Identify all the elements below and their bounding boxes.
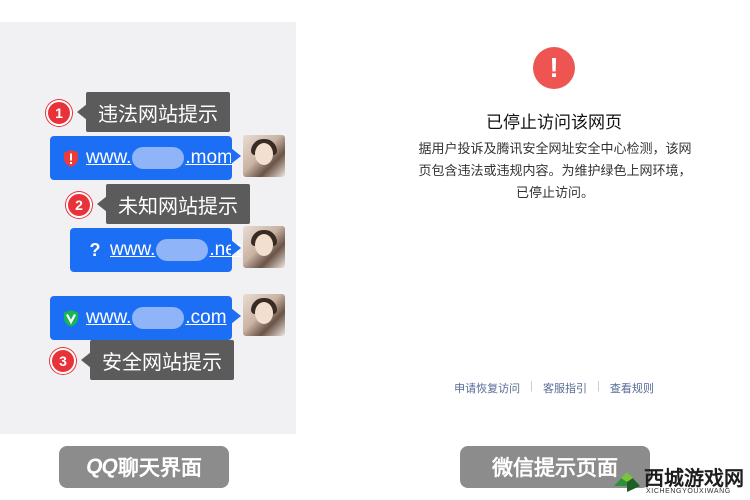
wechat-blocked-page: ! 已停止访问该网页 据用户投诉及腾讯安全网址安全中心检测，该网页包含违法或违规…	[396, 22, 712, 434]
chat-message-bubble-unknown[interactable]: ? www. .net	[70, 228, 241, 272]
bubble-tail	[231, 240, 241, 256]
bubble-tail	[231, 308, 241, 324]
divider: |	[597, 380, 600, 392]
site-watermark: 西城游戏网 XICHENGYOUXIWANG	[612, 462, 750, 500]
site-logo-icon	[614, 472, 640, 492]
number-badge: 2	[66, 192, 92, 218]
footer-links: 申请恢复访问 | 客服指引 | 查看规则	[396, 380, 712, 396]
avatar[interactable]	[243, 294, 285, 336]
customer-service-link[interactable]: 客服指引	[543, 380, 587, 396]
qq-chat-panel: www. .mom ? www. .net www. .com 1 违法网站提示…	[0, 22, 296, 434]
exclamation-warning-icon: !	[533, 47, 575, 89]
page-title: 已停止访问该网页	[486, 113, 622, 132]
number-badge: 1	[46, 100, 72, 126]
url-link[interactable]: www. .mom	[86, 147, 233, 169]
question-mark-icon: ?	[89, 239, 101, 260]
page-description: 据用户投诉及腾讯安全网址安全中心检测，该网页包含违法或违规内容。为维护绿色上网环…	[418, 141, 692, 200]
annotation-label: 违法网站提示	[77, 92, 230, 132]
blurred-domain	[156, 239, 209, 261]
avatar[interactable]	[243, 135, 285, 177]
green-check-v-icon	[62, 308, 80, 328]
chat-message-bubble-illegal[interactable]: www. .mom	[50, 136, 241, 180]
blurred-domain	[132, 307, 185, 329]
avatar[interactable]	[243, 226, 285, 268]
url-link[interactable]: www. .com	[86, 307, 227, 329]
request-restore-link[interactable]: 申请恢复访问	[454, 380, 520, 396]
number-badge: 3	[50, 348, 76, 374]
qq-chat-caption: QQ 聊天界面	[59, 446, 229, 488]
red-shield-warning-icon	[62, 148, 80, 168]
annotation-label: 安全网站提示	[81, 340, 234, 380]
bubble-tail	[231, 148, 241, 164]
url-link[interactable]: www. .net	[110, 239, 241, 261]
blurred-domain	[132, 147, 185, 169]
divider: |	[530, 380, 533, 392]
view-rules-link[interactable]: 查看规则	[610, 380, 654, 396]
annotation-label: 未知网站提示	[97, 184, 250, 224]
chat-message-bubble-safe[interactable]: www. .com	[50, 296, 241, 340]
